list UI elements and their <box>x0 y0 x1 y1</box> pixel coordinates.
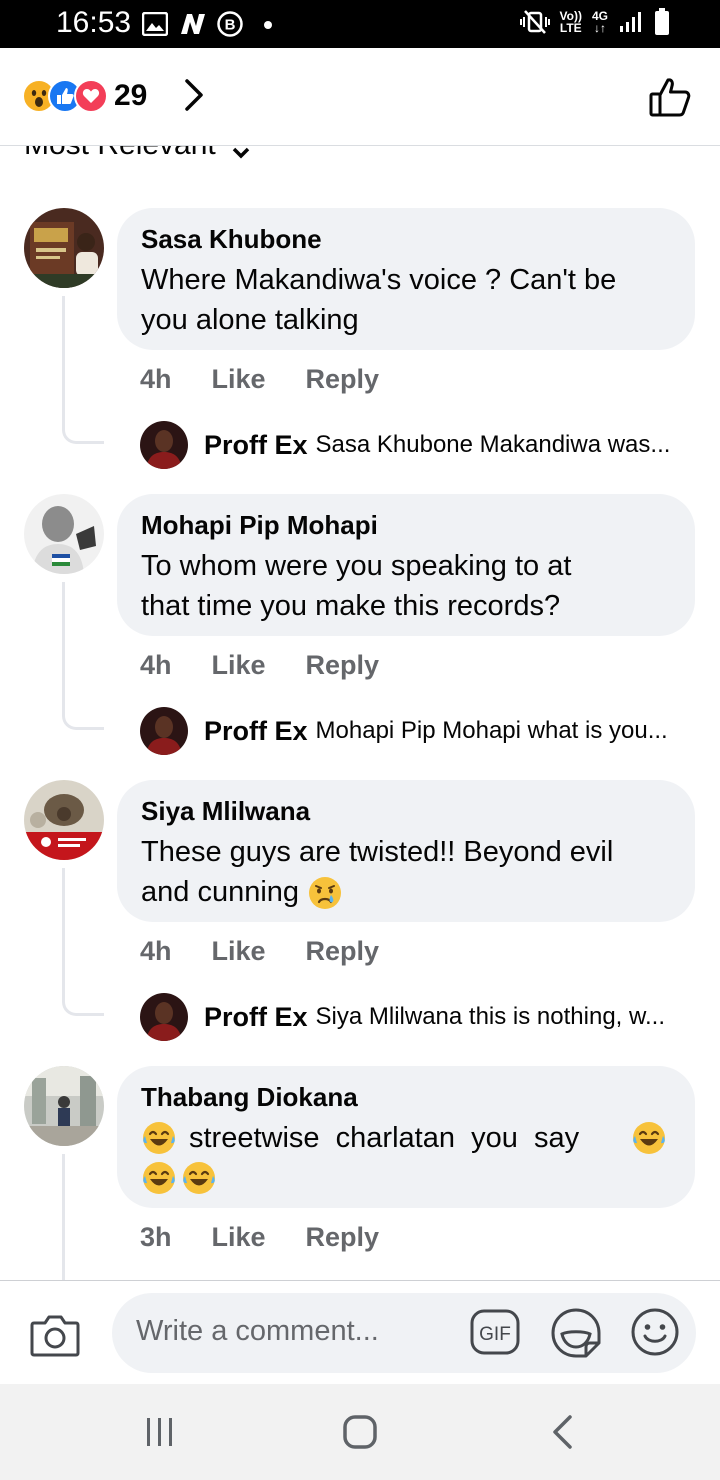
gif-icon[interactable]: GIF <box>470 1309 520 1355</box>
volte-label: Vo)) LTE <box>559 9 582 35</box>
comment-composer: Write a comment... GIF <box>0 1280 720 1384</box>
sort-label: Most Relevant <box>24 146 216 162</box>
reply-avatar[interactable] <box>140 993 188 1041</box>
like-button[interactable]: Like <box>212 650 266 681</box>
crying-face-emoji-icon <box>309 877 342 910</box>
comment-time: 4h <box>140 364 172 394</box>
avatar[interactable] <box>24 1066 104 1146</box>
comment-text: To whom were you speaking to at that tim… <box>141 550 572 622</box>
like-button[interactable]: Like <box>212 1222 266 1253</box>
avatar[interactable] <box>24 208 104 288</box>
comment-author[interactable]: Siya Mlilwana <box>141 796 671 826</box>
comment-actions: 3h Like Reply <box>140 1222 379 1253</box>
network-type: 4G ↓↑ <box>591 9 608 35</box>
reply-avatar[interactable] <box>140 421 188 469</box>
comment-time: 4h <box>140 936 172 966</box>
emoji-icon[interactable] <box>630 1307 680 1357</box>
comment-bubble[interactable]: Sasa Khubone Where Makandiwa's voice ? C… <box>117 208 695 350</box>
status-right: Vo)) LTE 4G ↓↑ <box>519 8 670 36</box>
thread-line <box>62 1154 104 1280</box>
reply-author[interactable]: Proff Ex <box>204 430 308 461</box>
like-outline-icon[interactable] <box>648 76 692 118</box>
thread-line <box>62 582 104 730</box>
reply-text: Sasa Khubone Makandiwa was... <box>315 431 671 458</box>
comment-actions: 4h Like Reply <box>140 364 379 395</box>
status-time: 16:53 <box>56 6 132 39</box>
chevron-right-icon[interactable] <box>182 78 206 112</box>
reaction-count: 29 <box>114 79 148 112</box>
laughing-tears-emoji-icon <box>143 1162 175 1194</box>
dot-icon <box>264 21 272 29</box>
love-reaction-icon <box>74 79 108 113</box>
comment-bubble[interactable]: Thabang Diokana streetwise charlatan you… <box>117 1066 695 1208</box>
comment-input[interactable]: Write a comment... GIF <box>112 1293 696 1373</box>
reply-button[interactable]: Reply <box>306 936 380 967</box>
laughing-tears-emoji-icon <box>143 1122 175 1154</box>
comment-author[interactable]: Mohapi Pip Mohapi <box>141 510 671 540</box>
thread-line <box>62 296 104 444</box>
svg-text:B: B <box>225 17 236 34</box>
reply-author[interactable]: Proff Ex <box>204 716 308 747</box>
comment-actions: 4h Like Reply <box>140 936 379 967</box>
comment-bubble[interactable]: Mohapi Pip Mohapi To whom were you speak… <box>117 494 695 636</box>
comment-actions: 4h Like Reply <box>140 650 379 681</box>
comment-author[interactable]: Thabang Diokana <box>141 1082 671 1112</box>
system-nav-bar <box>0 1384 720 1480</box>
reply-preview[interactable]: Proff Ex Mohapi Pip Mohapi what is you..… <box>140 707 700 755</box>
comment-text: streetwise charlatan you say <box>141 1118 671 1196</box>
caret-down-icon <box>232 147 249 159</box>
comment-text-main: streetwise charlatan you say <box>189 1122 580 1154</box>
status-bar: 16:53 B Vo)) LTE 4G ↓↑ <box>0 0 720 48</box>
laughing-tears-emoji-icon <box>633 1122 665 1154</box>
comment-placeholder: Write a comment... <box>136 1315 379 1347</box>
camera-icon[interactable] <box>30 1313 80 1357</box>
recent-apps-icon[interactable] <box>144 1416 176 1448</box>
gallery-icon <box>142 12 168 36</box>
laughing-tears-emoji-icon <box>183 1162 215 1194</box>
reply-button[interactable]: Reply <box>306 1222 380 1253</box>
reply-text: Mohapi Pip Mohapi what is you... <box>315 717 668 744</box>
avatar[interactable] <box>24 780 104 860</box>
reactions-summary[interactable]: 29 <box>22 78 147 114</box>
reactions-header: 29 <box>0 48 720 146</box>
reply-button[interactable]: Reply <box>306 650 380 681</box>
sort-row[interactable]: Most Relevant <box>0 146 720 176</box>
signal-icon <box>620 12 641 32</box>
comment-time: 4h <box>140 650 172 680</box>
reply-avatar[interactable] <box>140 707 188 755</box>
like-button[interactable]: Like <box>212 364 266 395</box>
comment-author[interactable]: Sasa Khubone <box>141 224 671 254</box>
back-icon[interactable] <box>548 1414 576 1450</box>
battery-icon <box>655 8 669 35</box>
avatar[interactable] <box>24 494 104 574</box>
home-icon[interactable] <box>342 1414 378 1450</box>
sticker-icon[interactable] <box>550 1307 602 1359</box>
reply-author[interactable]: Proff Ex <box>204 1002 308 1033</box>
like-button[interactable]: Like <box>212 936 266 967</box>
comment-text: Where Makandiwa's voice ? Can't be you a… <box>141 264 617 336</box>
comment-bubble[interactable]: Siya Mlilwana These guys are twisted!! B… <box>117 780 695 922</box>
n-app-icon <box>181 14 205 34</box>
b-app-icon: B <box>217 11 243 37</box>
comment-text: These guys are twisted!! Beyond evil and… <box>141 832 671 912</box>
comment-time: 3h <box>140 1222 172 1252</box>
mute-vibrate-icon <box>519 10 550 34</box>
reply-preview[interactable]: Proff Ex Siya Mlilwana this is nothing, … <box>140 993 700 1041</box>
reply-text: Siya Mlilwana this is nothing, w... <box>315 1003 666 1030</box>
reply-preview[interactable]: Proff Ex Sasa Khubone Makandiwa was... <box>140 421 700 469</box>
reply-button[interactable]: Reply <box>306 364 380 395</box>
thread-line <box>62 868 104 1016</box>
svg-text:GIF: GIF <box>479 1324 511 1345</box>
